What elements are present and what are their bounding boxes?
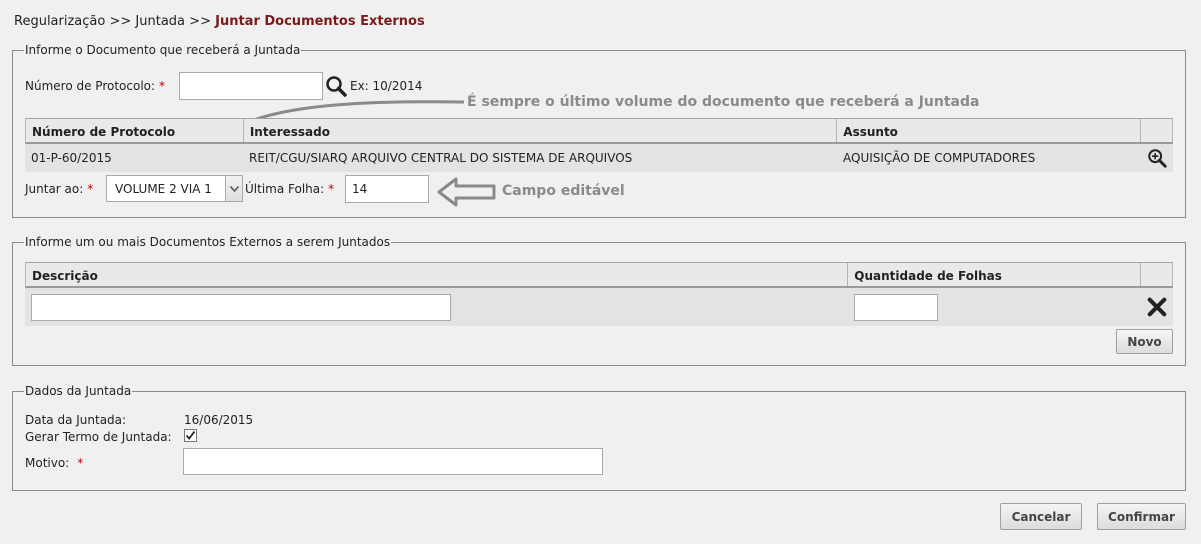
checkmark-icon [185, 430, 196, 440]
motivo-input[interactable] [183, 448, 603, 475]
descricao-input[interactable] [31, 293, 451, 321]
delete-x-icon[interactable] [1141, 288, 1173, 326]
confirm-button[interactable]: Confirmar [1097, 503, 1186, 530]
breadcrumb-juntada[interactable]: Juntada [135, 14, 185, 29]
required-mark: * [87, 182, 94, 196]
juntar-select-value: VOLUME 2 VIA 1 [115, 181, 212, 196]
document-panel-legend: Informe o Documento que receberá a Junta… [25, 43, 301, 57]
breadcrumb-separator: >> [109, 14, 132, 29]
annotation-editable: Campo editável [502, 183, 625, 199]
breadcrumb-regularizacao[interactable]: Regularização [14, 14, 105, 29]
data-juntada-label: Data da Juntada: [25, 413, 127, 427]
col-quantidade-folhas: Quantidade de Folhas [848, 263, 1142, 286]
col-numero-protocolo: Número de Protocolo [26, 119, 244, 142]
external-docs-panel-legend: Informe um ou mais Documentos Externos a… [25, 235, 391, 249]
annotation-left-arrow-icon [437, 177, 496, 207]
col-descricao: Descrição [26, 263, 849, 286]
external-docs-table-header: Descrição Quantidade de Folhas [25, 262, 1173, 288]
breadcrumb-current: Juntar Documentos Externos [215, 14, 425, 29]
protocol-label: Número de Protocolo: * [25, 79, 166, 93]
required-mark: * [328, 182, 335, 196]
protocol-table-header: Número de Protocolo Interessado Assunto [25, 118, 1173, 144]
cell-assunto: AQUISIÇÃO DE COMPUTADORES [843, 151, 1036, 165]
gerar-termo-label: Gerar Termo de Juntada: [25, 430, 172, 444]
ultima-folha-label: Última Folha: * [245, 182, 335, 196]
gerar-termo-checkbox[interactable] [184, 429, 197, 442]
quantidade-folhas-input[interactable] [854, 293, 938, 321]
external-docs-table: Descrição Quantidade de Folhas [25, 262, 1173, 326]
required-mark: * [77, 456, 84, 470]
protocol-table: Número de Protocolo Interessado Assunto … [25, 118, 1173, 172]
breadcrumb-separator: >> [189, 14, 211, 29]
motivo-label: Motivo: * [25, 456, 84, 470]
juntar-label: Juntar ao: * [25, 182, 94, 196]
col-interessado: Interessado [244, 119, 838, 142]
cell-protocol: 01-P-60/2015 [31, 151, 112, 165]
annotation-volume: É sempre o último volume do documento qu… [467, 94, 980, 110]
dados-juntada-panel-legend: Dados da Juntada [25, 384, 132, 398]
cancel-button[interactable]: Cancelar [1000, 503, 1082, 530]
col-actions [1141, 119, 1173, 142]
table-row[interactable]: 01-P-60/2015 REIT/CGU/SIARQ ARQUIVO CENT… [25, 144, 1173, 172]
zoom-in-icon[interactable] [1141, 144, 1173, 172]
required-mark: * [159, 79, 166, 93]
breadcrumb: Regularização >> Juntada >> Juntar Docum… [14, 14, 425, 29]
chevron-down-icon[interactable] [225, 176, 242, 201]
novo-button[interactable]: Novo [1116, 329, 1173, 354]
ultima-folha-input[interactable]: 14 [345, 175, 429, 203]
cell-descricao [25, 288, 848, 326]
col-assunto: Assunto [837, 119, 1142, 142]
data-juntada-value: 16/06/2015 [184, 413, 254, 427]
cell-quantidade [848, 288, 1141, 326]
col-actions [1141, 263, 1173, 286]
table-row [25, 288, 1173, 326]
cell-interessado: REIT/CGU/SIARQ ARQUIVO CENTRAL DO SISTEM… [249, 151, 633, 165]
juntar-select[interactable]: VOLUME 2 VIA 1 [106, 175, 243, 202]
